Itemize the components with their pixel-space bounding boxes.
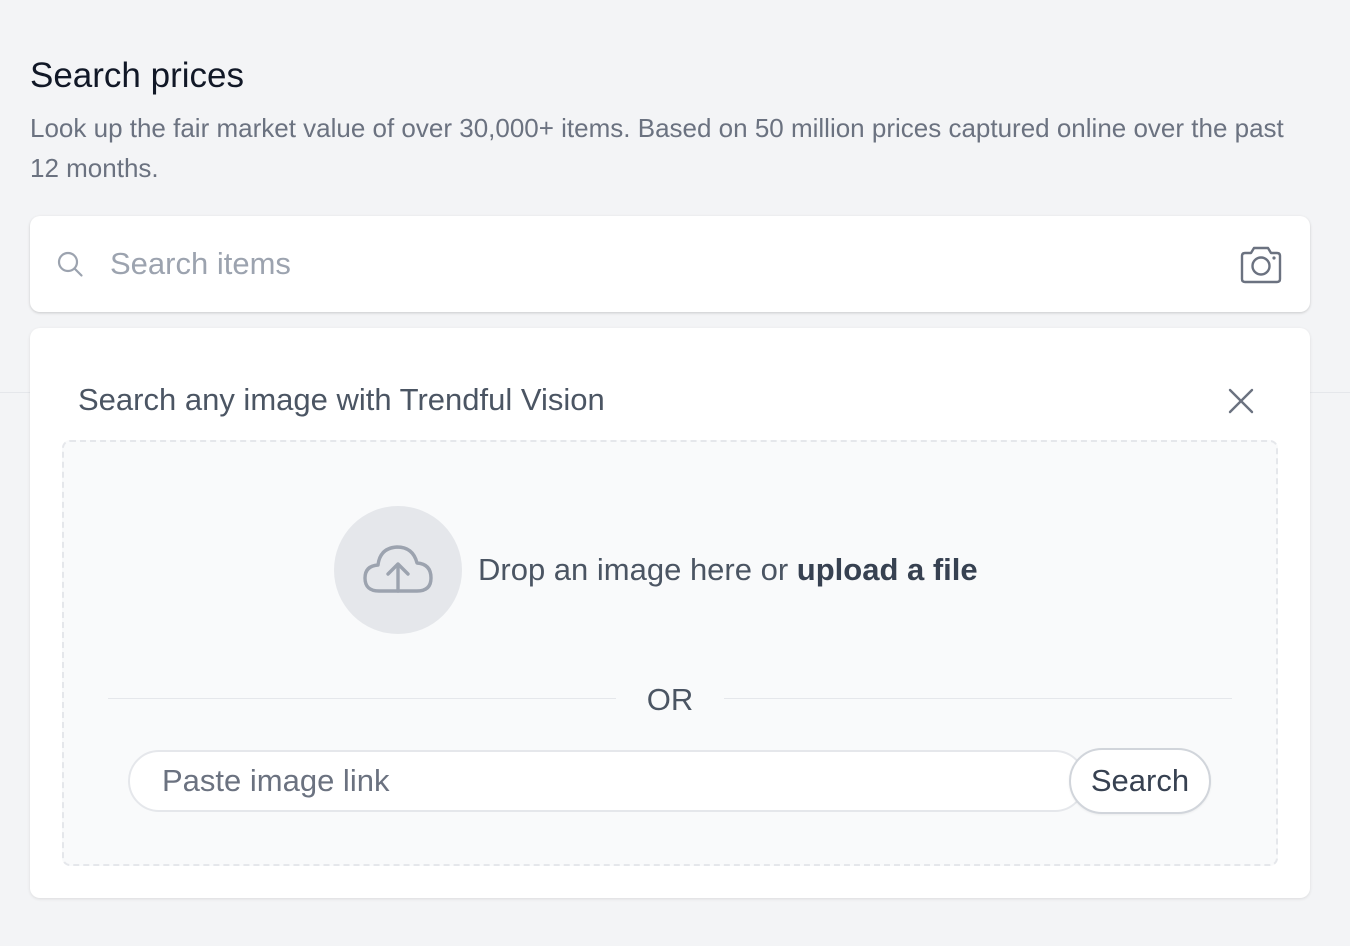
section-divider-right — [1310, 392, 1350, 393]
search-input[interactable] — [110, 236, 1230, 292]
camera-icon[interactable] — [1238, 244, 1284, 286]
or-divider-left — [108, 698, 616, 699]
or-divider-right — [724, 698, 1232, 699]
image-search-panel: Search any image with Trendful Vision Dr… — [30, 328, 1310, 898]
upload-file-link[interactable]: upload a file — [797, 552, 978, 587]
panel-title: Search any image with Trendful Vision — [78, 382, 605, 417]
or-label: OR — [646, 682, 694, 717]
image-link-input[interactable] — [128, 750, 1086, 812]
drop-text: Drop an image here or — [478, 552, 797, 587]
search-button[interactable]: Search — [1069, 748, 1211, 814]
image-dropzone[interactable]: Drop an image here or upload a file OR S… — [62, 440, 1278, 866]
search-icon — [56, 250, 84, 278]
page-subtitle: Look up the fair market value of over 30… — [30, 113, 1284, 183]
section-divider-left — [0, 392, 30, 393]
close-icon[interactable] — [1226, 386, 1256, 416]
page-header: Search prices Look up the fair market va… — [30, 52, 1320, 188]
upload-circle[interactable] — [334, 506, 462, 634]
search-bar — [30, 216, 1310, 312]
drop-instructions: Drop an image here or upload a file — [478, 550, 978, 590]
page-title: Search prices — [30, 56, 244, 95]
cloud-upload-icon — [363, 545, 433, 593]
